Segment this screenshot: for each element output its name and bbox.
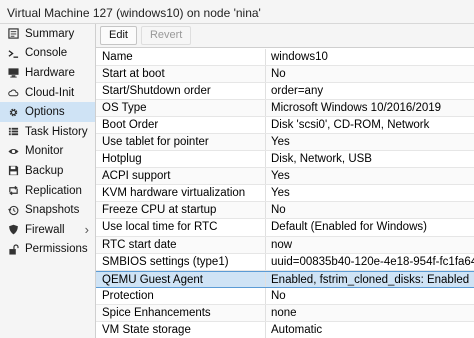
table-row-selected[interactable]: QEMU Guest Agent Enabled, fstrim_cloned_d… [96, 270, 474, 288]
sidebar-item-permissions[interactable]: Permissions [0, 240, 95, 260]
table-row[interactable]: Freeze CPU at startup No [96, 202, 474, 220]
sidebar-item-label: Cloud-Init [25, 86, 75, 99]
shield-icon [7, 223, 20, 236]
sidebar-item-firewall[interactable]: Firewall › [0, 220, 95, 240]
option-value: Yes [271, 170, 290, 183]
option-key: ACPI support [96, 168, 266, 185]
sidebar-item-label: Permissions [25, 243, 88, 256]
sidebar-item-label: Hardware [25, 66, 75, 79]
sidebar-item-task-history[interactable]: Task History [0, 122, 95, 142]
option-value: Yes [271, 187, 290, 200]
table-row[interactable]: Boot Order Disk 'scsi0', CD-ROM, Network [96, 117, 474, 135]
option-key: Start at boot [96, 66, 266, 83]
table-row[interactable]: Start at boot No [96, 66, 474, 84]
console-icon [7, 47, 20, 60]
retweet-icon [7, 184, 20, 197]
table-row[interactable]: RTC start date now [96, 236, 474, 254]
table-row[interactable]: OS Type Microsoft Windows 10/2016/2019 [96, 100, 474, 118]
history-icon [7, 204, 20, 217]
option-value: No [271, 204, 286, 217]
option-value: Default (Enabled for Windows) [271, 221, 427, 234]
option-key: Protection [96, 287, 266, 304]
eye-icon [7, 145, 20, 158]
option-value: order=any [271, 85, 324, 98]
table-row[interactable]: Use tablet for pointer Yes [96, 134, 474, 152]
sidebar-item-label: Summary [25, 27, 75, 40]
gear-icon [7, 106, 20, 119]
table-row[interactable]: Name windows10 [96, 49, 474, 67]
option-key: Freeze CPU at startup [96, 202, 266, 219]
option-key: SMBIOS settings (type1) [96, 253, 266, 270]
floppy-icon [7, 164, 20, 177]
sidebar-item-monitor[interactable]: Monitor [0, 142, 95, 162]
option-key: Boot Order [96, 117, 266, 134]
revert-button[interactable]: Revert [140, 26, 192, 45]
option-value: Enabled, fstrim_cloned_disks: Enabled [271, 273, 470, 286]
option-key: QEMU Guest Agent [96, 271, 266, 287]
option-value: Automatic [271, 323, 323, 336]
sidebar-item-summary[interactable]: Summary [0, 24, 95, 44]
option-key: KVM hardware virtualization [96, 185, 266, 202]
option-key: RTC start date [96, 236, 266, 253]
list-icon [7, 125, 20, 138]
sidebar-item-console[interactable]: Console [0, 44, 95, 64]
table-row[interactable]: Spice Enhancements none [96, 304, 474, 322]
option-value: uuid=00835b40-120e-4e18-954f-fc1fa6412a7… [271, 255, 474, 268]
table-row[interactable]: VM State storage Automatic [96, 321, 474, 338]
window-title: Virtual Machine 127 (windows10) on node … [0, 0, 474, 24]
option-key: Spice Enhancements [96, 304, 266, 321]
summary-icon [7, 27, 20, 40]
table-row[interactable]: Start/Shutdown order order=any [96, 83, 474, 101]
option-value: Microsoft Windows 10/2016/2019 [271, 102, 442, 115]
table-row[interactable]: SMBIOS settings (type1) uuid=00835b40-120… [96, 253, 474, 271]
option-key: VM State storage [96, 321, 266, 338]
option-key: Use local time for RTC [96, 219, 266, 236]
sidebar-item-label: Snapshots [25, 204, 80, 217]
sidebar-item-label: Monitor [25, 145, 64, 158]
sidebar: Summary Console Hardware Cloud-Init Opti… [0, 24, 96, 338]
option-key: Use tablet for pointer [96, 134, 266, 151]
table-row[interactable]: Protection No [96, 287, 474, 305]
option-key: Hotplug [96, 151, 266, 168]
sidebar-item-hardware[interactable]: Hardware [0, 63, 95, 83]
table-row[interactable]: ACPI support Yes [96, 168, 474, 186]
option-value: now [271, 238, 293, 251]
table-row[interactable]: KVM hardware virtualization Yes [96, 185, 474, 203]
cloud-icon [7, 86, 20, 99]
sidebar-item-label: Backup [25, 164, 64, 177]
sidebar-item-label: Options [25, 106, 65, 119]
option-value: No [271, 289, 286, 302]
sidebar-item-snapshots[interactable]: Snapshots [0, 200, 95, 220]
sidebar-item-label: Console [25, 47, 68, 60]
sidebar-item-backup[interactable]: Backup [0, 161, 95, 181]
table-row[interactable]: Hotplug Disk, Network, USB [96, 151, 474, 169]
toolbar: Edit Revert [96, 24, 474, 48]
option-value: windows10 [271, 51, 328, 63]
edit-button[interactable]: Edit [100, 26, 137, 45]
unlock-icon [7, 243, 20, 256]
option-key: Name [96, 49, 266, 66]
option-value: none [271, 306, 297, 319]
hardware-icon [7, 66, 20, 79]
sidebar-item-cloud-init[interactable]: Cloud-Init [0, 83, 95, 103]
sidebar-item-label: Task History [25, 125, 88, 138]
sidebar-item-options[interactable]: Options [0, 102, 95, 122]
option-value: Disk, Network, USB [271, 153, 372, 166]
option-key: OS Type [96, 100, 266, 117]
option-value: Disk 'scsi0', CD-ROM, Network [271, 119, 430, 132]
option-key: Start/Shutdown order [96, 83, 266, 100]
chevron-right-icon[interactable]: › [85, 222, 89, 237]
sidebar-item-label: Replication [25, 184, 82, 197]
options-grid: Name windows10 Start at boot No Start/Shut… [96, 49, 474, 338]
option-value: Yes [271, 136, 290, 149]
table-row[interactable]: Use local time for RTC Default (Enabled f… [96, 219, 474, 237]
sidebar-item-label: Firewall [25, 223, 65, 236]
sidebar-item-replication[interactable]: Replication [0, 181, 95, 201]
option-value: No [271, 68, 286, 81]
